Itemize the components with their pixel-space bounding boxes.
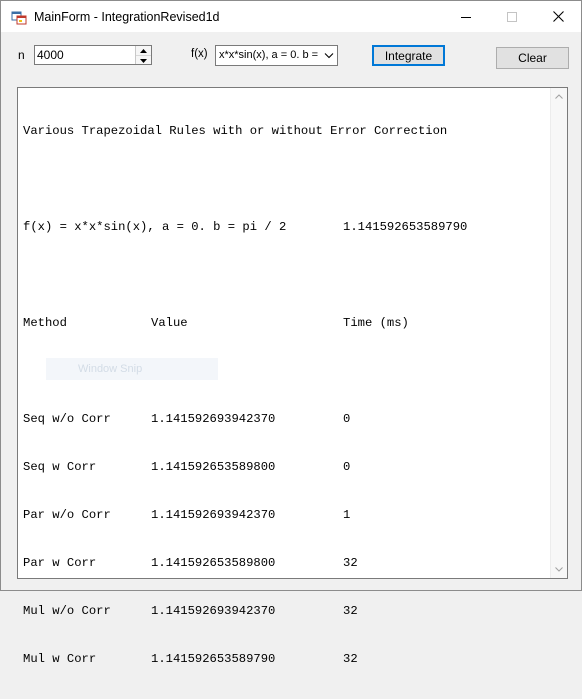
scroll-up-icon[interactable] (555, 94, 563, 99)
dropdown-arrow-icon (324, 53, 334, 59)
result-row: Par w/o Corr 1.141592693942370 1 (23, 507, 467, 523)
value-cell: 1.141592693942370 (151, 508, 276, 522)
result-row: Mul w Corr 1.141592653589790 32 (23, 651, 467, 667)
n-label: n (18, 48, 25, 62)
clear-button[interactable]: Clear (496, 47, 569, 69)
time-cell: 0 (343, 412, 351, 426)
column-headers: Method Value Time (ms) (23, 315, 467, 331)
function-definition: f(x) = x*x*sin(x), a = 0. b = pi / 2 (23, 220, 287, 234)
value-cell: 1.141592653589790 (151, 652, 276, 666)
output-heading: Various Trapezoidal Rules with or withou… (23, 124, 448, 138)
method-cell: Par w Corr (23, 556, 97, 570)
vertical-scrollbar[interactable] (550, 88, 567, 578)
close-icon (552, 11, 564, 22)
time-cell: 32 (343, 556, 358, 570)
n-spinner[interactable] (135, 46, 151, 64)
method-cell: Mul w/o Corr (23, 604, 111, 618)
time-cell: 1 (343, 508, 351, 522)
result-row: Par w Corr 1.141592653589800 32 (23, 555, 467, 571)
window-title: MainForm - IntegrationRevised1d (34, 10, 220, 24)
method-cell: Par w/o Corr (23, 508, 111, 522)
method-cell: Mul w Corr (23, 652, 97, 666)
time-cell: 32 (343, 652, 358, 666)
value-cell: 1.141592653589800 (151, 556, 276, 570)
value-cell: 1.141592693942370 (151, 604, 276, 618)
main-window: MainForm - IntegrationRevised1d n 4000 f… (0, 0, 582, 666)
scroll-down-icon[interactable] (555, 567, 563, 572)
method-cell: Seq w/o Corr (23, 412, 111, 426)
value-cell: 1.141592693942370 (151, 412, 276, 426)
function-select[interactable]: x*x*sin(x), a = 0. b = pi / 2 (215, 45, 338, 66)
fx-label: f(x) (191, 48, 208, 60)
title-bar[interactable]: MainForm - IntegrationRevised1d (1, 1, 581, 32)
method-cell: Seq w Corr (23, 460, 97, 474)
column-header-value: Value (151, 316, 188, 330)
close-button[interactable] (535, 1, 581, 32)
minimize-button[interactable] (443, 1, 489, 32)
spin-up-button[interactable] (136, 46, 151, 56)
result-row: Mul w/o Corr 1.141592693942370 32 (23, 603, 467, 619)
result-row: Seq w Corr 1.141592653589800 0 (23, 459, 467, 475)
result-row: Seq w/o Corr 1.141592693942370 0 (23, 411, 467, 427)
output-textbox[interactable]: Various Trapezoidal Rules with or withou… (17, 87, 568, 666)
maximize-button (489, 1, 535, 32)
n-input[interactable] (37, 48, 133, 62)
column-header-time: Time (ms) (343, 316, 409, 330)
maximize-icon (507, 11, 517, 22)
time-cell: 0 (343, 460, 351, 474)
column-header-method: Method (23, 316, 67, 330)
time-cell: 32 (343, 604, 358, 618)
chevron-down-icon (140, 58, 147, 63)
app-window-icon (11, 9, 27, 25)
function-line: f(x) = x*x*sin(x), a = 0. b = pi / 2 1.14… (23, 219, 467, 235)
integrate-button[interactable]: Integrate (372, 45, 445, 66)
output-text: Various Trapezoidal Rules with or withou… (23, 91, 467, 699)
n-numeric-updown[interactable] (34, 45, 152, 65)
exact-value: 1.141592653589790 (343, 220, 468, 234)
spin-down-button[interactable] (136, 56, 151, 65)
function-select-value: x*x*sin(x), a = 0. b = pi / 2 (219, 49, 319, 61)
window-snip-overlay: Window Snip (46, 358, 218, 380)
minimize-icon (461, 16, 471, 18)
value-cell: 1.141592653589800 (151, 460, 276, 474)
chevron-up-icon (140, 48, 147, 53)
